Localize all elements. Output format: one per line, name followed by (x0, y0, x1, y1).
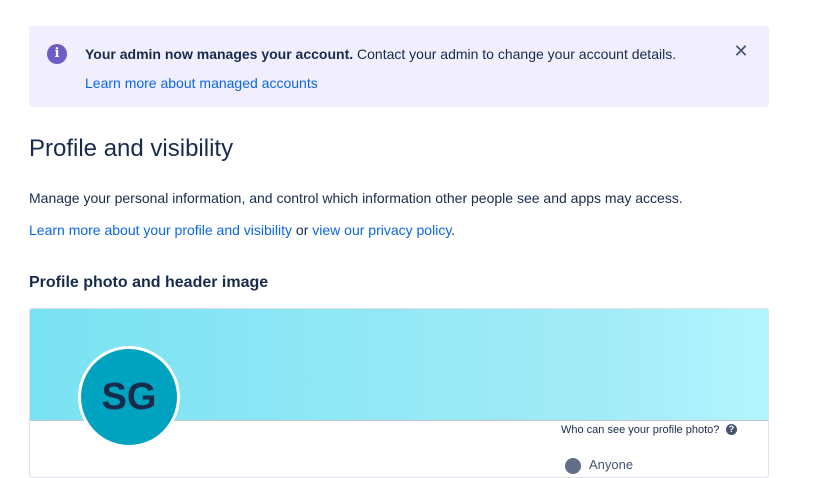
help-links: Learn more about your profile and visibi… (29, 222, 455, 238)
who-can-see-label: Who can see your profile photo? (561, 424, 720, 436)
globe-icon (565, 457, 581, 474)
page-title: Profile and visibility (29, 135, 234, 162)
banner-title: Your admin now manages your account. (85, 46, 354, 62)
info-icon: i (47, 44, 67, 64)
close-icon[interactable]: ✕ (733, 42, 749, 60)
avatar[interactable]: SG (78, 346, 180, 448)
section-title-photo: Profile photo and header image (29, 274, 269, 291)
period-text: . (451, 222, 456, 238)
page-description: Manage your personal information, and co… (29, 190, 683, 206)
or-text: or (292, 222, 313, 238)
banner-text: Contact your admin to change your accoun… (353, 46, 677, 62)
visibility-value: Anyone (589, 457, 634, 472)
privacy-policy-link[interactable]: view our privacy policy (312, 222, 451, 238)
learn-managed-accounts-link[interactable]: Learn more about managed accounts (85, 75, 318, 91)
managed-account-banner: i Your admin now manages your account. C… (29, 26, 769, 107)
question-icon[interactable]: ? (726, 424, 737, 435)
visibility-dropdown[interactable]: Anyone (565, 457, 633, 477)
profile-visibility-link[interactable]: Learn more about your profile and visibi… (29, 222, 292, 238)
banner-message: Your admin now manages your account. Con… (85, 46, 676, 62)
